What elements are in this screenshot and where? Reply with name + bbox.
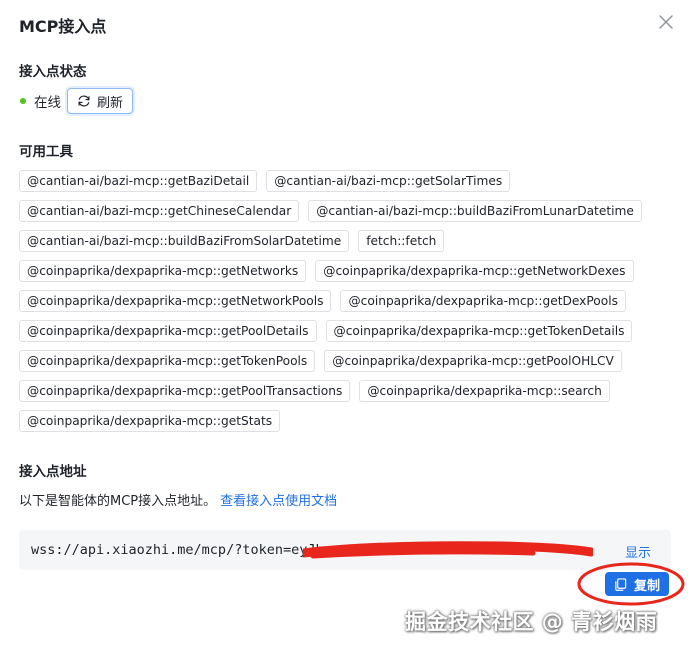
endpoint-description-text: 以下是智能体的MCP接入点地址。 [19, 494, 217, 509]
tool-tag: @cantian-ai/bazi-mcp::buildBaziFromSolar… [19, 230, 350, 252]
tool-tag: @coinpaprika/dexpaprika-mcp::getPoolDeta… [19, 320, 317, 342]
tool-tag: @coinpaprika/dexpaprika-mcp::getTokenPoo… [19, 350, 316, 372]
endpoint-section-title: 接入点地址 [19, 464, 87, 480]
endpoint-url: wss://api.xiaozhi.me/mcp/?token=eyJh [31, 542, 324, 558]
tool-tag: @cantian-ai/bazi-mcp::getSolarTimes [266, 170, 511, 192]
tool-tag: @cantian-ai/bazi-mcp::getBaziDetail [19, 170, 258, 192]
tools-list: @cantian-ai/bazi-mcp::getBaziDetail@cant… [19, 170, 659, 440]
mcp-endpoint-dialog: MCP接入点 接入点状态 在线 刷新 可用工具 @cantian-ai/bazi… [0, 0, 692, 654]
copy-button-label: 复制 [633, 578, 660, 594]
endpoint-section: 接入点地址 以下是智能体的MCP接入点地址。 查看接入点使用文档 wss://ap… [19, 462, 672, 570]
show-token-link[interactable]: 显示 [625, 542, 651, 561]
tool-tag: @coinpaprika/dexpaprika-mcp::getStats [19, 410, 281, 432]
tool-tag: @coinpaprika/dexpaprika-mcp::search [359, 380, 610, 402]
close-icon [659, 15, 673, 29]
tools-section-title: 可用工具 [19, 144, 73, 160]
endpoint-doc-link[interactable]: 查看接入点使用文档 [220, 494, 337, 509]
tool-tag: @coinpaprika/dexpaprika-mcp::getDexPools [340, 290, 626, 312]
refresh-button-label: 刷新 [97, 95, 124, 111]
status-section: 接入点状态 在线 刷新 [19, 62, 672, 114]
status-text: 在线 [34, 95, 61, 111]
tool-tag: @coinpaprika/dexpaprika-mcp::getNetworkP… [19, 290, 332, 312]
copy-area: 复制 [576, 560, 686, 606]
watermark: 掘金技术社区 @ 青衫烟雨 [405, 610, 658, 634]
redaction-scribble [303, 541, 593, 559]
copy-icon [615, 577, 627, 591]
copy-button[interactable]: 复制 [605, 572, 669, 596]
status-row: 在线 刷新 [19, 88, 672, 114]
tool-tag: @cantian-ai/bazi-mcp::buildBaziFromLunar… [308, 200, 642, 222]
dialog-title: MCP接入点 [19, 17, 107, 36]
tool-tag: @cantian-ai/bazi-mcp::getChineseCalendar [19, 200, 300, 222]
tool-tag: @coinpaprika/dexpaprika-mcp::getNetworkD… [315, 260, 634, 282]
tool-tag: @coinpaprika/dexpaprika-mcp::getTokenDet… [325, 320, 633, 342]
endpoint-url-box: wss://api.xiaozhi.me/mcp/?token=eyJh 显示 [19, 530, 671, 570]
tool-tag: @coinpaprika/dexpaprika-mcp::getPoolOHLC… [324, 350, 622, 372]
refresh-icon [78, 95, 90, 107]
close-button[interactable] [656, 12, 676, 32]
tool-tag: fetch::fetch [358, 230, 445, 252]
tool-tag: @coinpaprika/dexpaprika-mcp::getPoolTran… [19, 380, 351, 402]
refresh-button[interactable]: 刷新 [67, 88, 134, 114]
status-section-title: 接入点状态 [19, 64, 87, 80]
tool-tag: @coinpaprika/dexpaprika-mcp::getNetworks [19, 260, 307, 282]
endpoint-description: 以下是智能体的MCP接入点地址。 查看接入点使用文档 [19, 492, 672, 512]
tools-section: 可用工具 @cantian-ai/bazi-mcp::getBaziDetail… [19, 142, 672, 440]
status-online-dot [20, 98, 26, 104]
